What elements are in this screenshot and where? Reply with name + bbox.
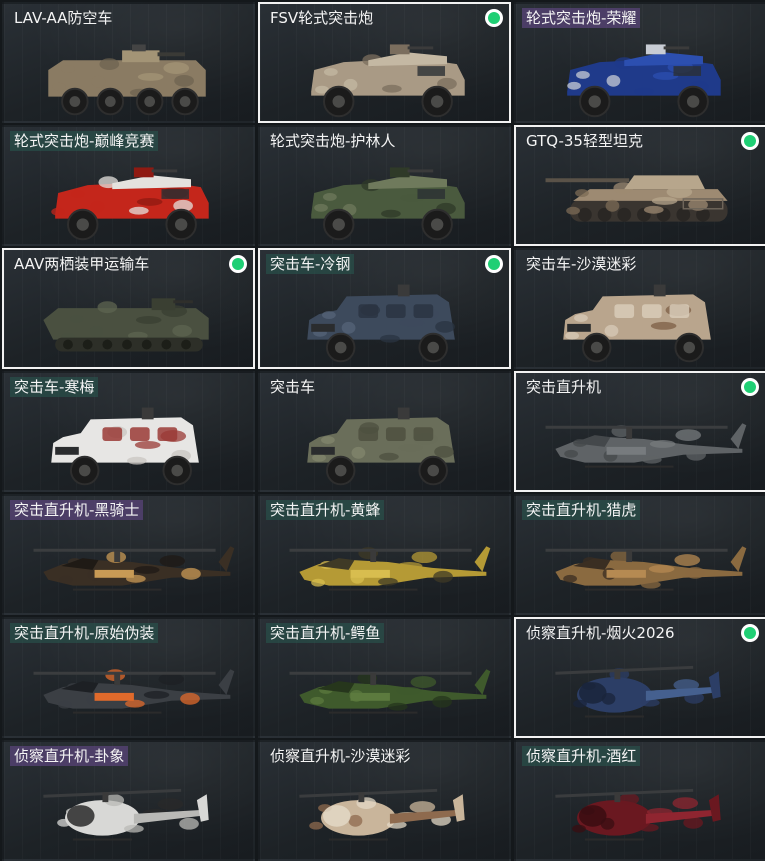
helicopter-image: [299, 788, 465, 841]
vehicle-name-label: 轮式突击炮-护林人: [270, 132, 396, 150]
helicopter-image: [33, 669, 235, 714]
helicopter-image: [289, 546, 491, 591]
green-dot-icon: [488, 258, 500, 270]
vehicle-card[interactable]: 侦察直升机-酒红: [514, 740, 765, 861]
vehicle-image: [307, 407, 455, 486]
vehicle-card[interactable]: 侦察直升机-沙漠迷彩: [258, 740, 511, 861]
vehicle-name-label: 侦察直升机-烟火2026: [526, 624, 675, 642]
green-dot-icon: [744, 135, 756, 147]
vehicle-name-label: 突击车-寒梅: [10, 377, 99, 397]
vehicle-image: [311, 167, 465, 241]
vehicle-card[interactable]: 轮式突击炮-荣耀: [514, 2, 765, 123]
vehicle-card[interactable]: AAV两栖装甲运输车: [2, 248, 255, 369]
vehicle-name-label: 突击直升机: [526, 378, 602, 396]
vehicle-grid: LAV-AA防空车 FSV轮式突击炮 轮式突击炮-荣耀 轮式突击炮-巅峰竞赛 轮…: [0, 0, 765, 861]
equipped-indicator-icon: [741, 624, 759, 642]
vehicle-name-label: 突击直升机-猎虎: [522, 500, 641, 520]
vehicle-card[interactable]: FSV轮式突击炮: [258, 2, 511, 123]
vehicle-name-label: 突击直升机-黑骑士: [10, 500, 144, 520]
vehicle-card[interactable]: 突击直升机-猎虎: [514, 494, 765, 615]
vehicle-card[interactable]: 侦察直升机-卦象: [2, 740, 255, 861]
vehicle-name-label: 突击车-沙漠迷彩: [526, 255, 637, 273]
vehicle-image: [567, 44, 721, 118]
vehicle-name-label: 突击直升机-原始伪装: [10, 623, 159, 643]
equipped-indicator-icon: [741, 378, 759, 396]
green-dot-icon: [744, 627, 756, 639]
vehicle-card[interactable]: 突击直升机: [514, 371, 765, 492]
helicopter-image: [555, 788, 721, 841]
vehicle-name-label: 突击直升机-黄蜂: [266, 500, 385, 520]
equipped-indicator-icon: [229, 255, 247, 273]
vehicle-image: [43, 298, 209, 352]
vehicle-card[interactable]: 突击直升机-黑骑士: [2, 494, 255, 615]
vehicle-name-label: 侦察直升机-沙漠迷彩: [270, 747, 411, 765]
green-dot-icon: [232, 258, 244, 270]
vehicle-card[interactable]: GTQ-35轻型坦克: [514, 125, 765, 246]
vehicle-image: [311, 44, 465, 118]
helicopter-image: [545, 423, 747, 468]
vehicle-name-label: LAV-AA防空车: [14, 9, 113, 27]
equipped-indicator-icon: [741, 132, 759, 150]
vehicle-image: [563, 284, 711, 363]
vehicle-card[interactable]: 突击车-冷钢: [258, 248, 511, 369]
vehicle-card[interactable]: 突击车: [258, 371, 511, 492]
vehicle-card[interactable]: 侦察直升机-烟火2026: [514, 617, 765, 738]
vehicle-name-label: GTQ-35轻型坦克: [526, 132, 643, 150]
vehicle-name-label: 侦察直升机-酒红: [522, 746, 641, 766]
helicopter-image: [33, 546, 235, 591]
helicopter-image: [43, 788, 209, 841]
vehicle-image: [545, 175, 728, 222]
vehicle-name-label: 突击直升机-鳄鱼: [266, 623, 385, 643]
vehicle-name-label: 突击车: [270, 378, 316, 396]
equipped-indicator-icon: [485, 9, 503, 27]
vehicle-image: [48, 44, 206, 116]
helicopter-image: [289, 669, 491, 714]
helicopter-image: [545, 546, 747, 591]
vehicle-card[interactable]: 突击直升机-鳄鱼: [258, 617, 511, 738]
vehicle-image: [51, 167, 209, 241]
equipped-indicator-icon: [485, 255, 503, 273]
green-dot-icon: [488, 12, 500, 24]
vehicle-card[interactable]: 突击车-寒梅: [2, 371, 255, 492]
vehicle-card[interactable]: 轮式突击炮-巅峰竞赛: [2, 125, 255, 246]
vehicle-name-label: 突击车-冷钢: [266, 254, 355, 274]
vehicle-name-label: 轮式突击炮-巅峰竞赛: [10, 131, 159, 151]
vehicle-name-label: 轮式突击炮-荣耀: [522, 8, 641, 28]
vehicle-card[interactable]: 突击直升机-原始伪装: [2, 617, 255, 738]
vehicle-name-label: 侦察直升机-卦象: [10, 746, 129, 766]
vehicle-card[interactable]: LAV-AA防空车: [2, 2, 255, 123]
green-dot-icon: [744, 381, 756, 393]
vehicle-image: [307, 284, 455, 363]
vehicle-card[interactable]: 突击直升机-黄蜂: [258, 494, 511, 615]
vehicle-card[interactable]: 突击车-沙漠迷彩: [514, 248, 765, 369]
helicopter-image: [555, 665, 721, 718]
vehicle-card[interactable]: 轮式突击炮-护林人: [258, 125, 511, 246]
vehicle-name-label: FSV轮式突击炮: [270, 9, 374, 27]
vehicle-image: [51, 407, 199, 486]
vehicle-name-label: AAV两栖装甲运输车: [14, 255, 150, 273]
